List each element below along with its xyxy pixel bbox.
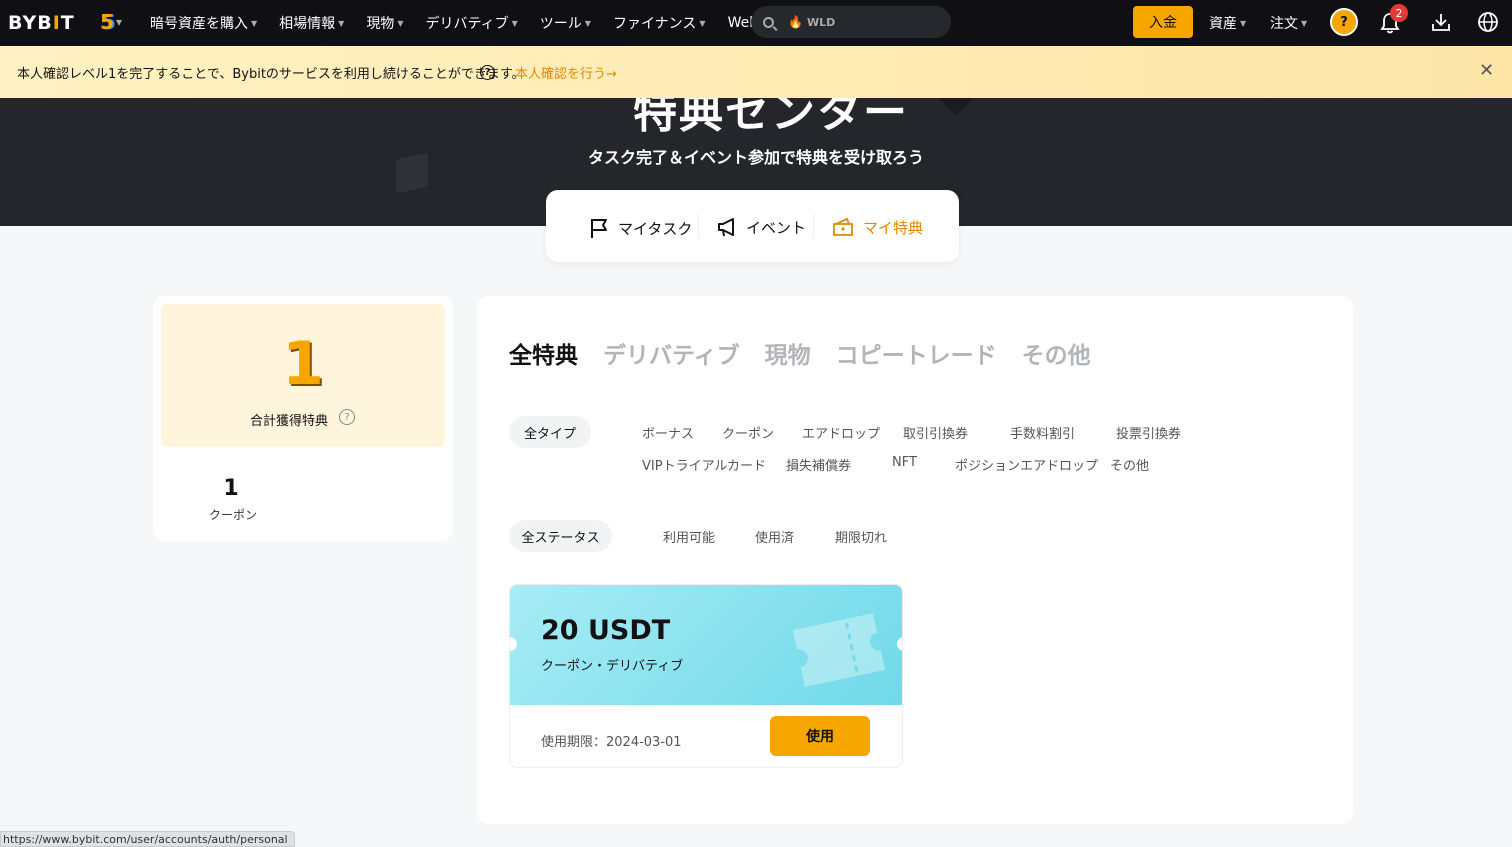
- status-url: https://www.bybit.com/user/accounts/auth…: [0, 831, 295, 847]
- bybit-logo[interactable]: BYBIT: [8, 12, 75, 34]
- type-filter-option[interactable]: エアドロップ: [802, 423, 880, 442]
- chevron-down-icon: ▼: [1240, 18, 1247, 28]
- type-filter-option[interactable]: NFT: [892, 455, 917, 470]
- nav-derivatives[interactable]: デリバティブ ▼: [425, 13, 517, 33]
- chevron-down-icon: ▼: [584, 18, 591, 28]
- chevron-down-icon: ▼: [115, 17, 123, 27]
- use-coupon-button[interactable]: 使用: [770, 716, 870, 756]
- decorative-cube: [396, 152, 428, 194]
- type-filter-option[interactable]: 取引引換券: [903, 423, 968, 442]
- status-filter-expired[interactable]: 期限切れ: [835, 527, 887, 546]
- anniversary-five-icon: 5: [100, 10, 114, 34]
- top-nav: BYBIT 5 ▼ 暗号資産を購入 ▼ 相場情報 ▼ 現物 ▼ デリバティブ ▼ ツール…: [0, 0, 1512, 46]
- reward-summary-card: 1 合計獲得特典 ? 1 クーポン: [153, 296, 453, 541]
- divider: [813, 214, 814, 238]
- tab-my-tasks[interactable]: マイタスク: [588, 216, 692, 240]
- megaphone-icon: [718, 218, 734, 237]
- flag-icon: [591, 219, 607, 238]
- type-filter-option[interactable]: クーポン: [722, 423, 774, 442]
- main-menu: 暗号資産を購入 ▼ 相場情報 ▼ 現物 ▼ デリバティブ ▼ ツール ▼ ファイナンス ▼ …: [150, 0, 798, 46]
- category-other[interactable]: その他: [1022, 336, 1091, 370]
- globe-icon[interactable]: [1477, 11, 1499, 33]
- status-filter-available[interactable]: 利用可能: [663, 527, 715, 546]
- download-icon[interactable]: [1430, 11, 1452, 33]
- chevron-down-icon: ▼: [397, 18, 404, 28]
- nav-markets[interactable]: 相場情報 ▼: [279, 13, 344, 33]
- kyc-banner: 本人確認レベル1を完了することで、Bybitのサービスを利用し続けることができま…: [0, 46, 1512, 98]
- fire-icon: 🔥: [788, 15, 803, 29]
- ticket-icon: [833, 217, 853, 236]
- chevron-down-icon: ▼: [1301, 18, 1308, 28]
- close-icon[interactable]: ✕: [1479, 60, 1494, 81]
- search-placeholder: WLD: [806, 15, 836, 29]
- category-tabs: 全特典 デリバティブ 現物 コピートレード その他: [509, 336, 1116, 370]
- type-filter-option[interactable]: 投票引換券: [1116, 423, 1181, 442]
- orders-menu[interactable]: 注文 ▼: [1270, 0, 1307, 46]
- rewards-panel: 全特典 デリバティブ 現物 コピートレード その他 全タイプ ボーナス クーポン…: [477, 296, 1353, 824]
- total-rewards-panel: 1 合計獲得特典 ?: [161, 304, 445, 447]
- coupon-card: 20 USDT クーポン・デリバティブ 使用期限：2024-03-01 使用: [509, 584, 903, 768]
- help-icon[interactable]: ?: [339, 409, 355, 425]
- chevron-down-icon: ▼: [511, 18, 518, 28]
- help-icon[interactable]: ?: [480, 65, 495, 80]
- coupon-expiry: 使用期限：2024-03-01: [541, 735, 682, 750]
- reward-center-tabs: マイタスク イベント マイ特典: [546, 190, 959, 262]
- chevron-down-icon: ▼: [699, 18, 706, 28]
- type-filter-option[interactable]: その他: [1110, 455, 1149, 474]
- tab-events[interactable]: イベント: [716, 216, 806, 238]
- assets-menu[interactable]: 資産 ▼: [1209, 0, 1246, 46]
- search-input[interactable]: 🔥 WLD: [751, 6, 951, 38]
- type-filter-option[interactable]: 手数料割引: [1010, 423, 1075, 442]
- status-filter-all[interactable]: 全ステータス: [509, 520, 612, 552]
- ticket-icon: [792, 613, 886, 687]
- nav-buy-crypto[interactable]: 暗号資産を購入 ▼: [150, 13, 257, 33]
- type-filter-option[interactable]: ボーナス: [642, 423, 694, 442]
- coupon-header: 20 USDT クーポン・デリバティブ: [510, 585, 902, 705]
- coupon-count: 1: [223, 476, 239, 501]
- type-filter-option[interactable]: VIPトライアルカード: [642, 455, 766, 474]
- tab-my-rewards[interactable]: マイ特典: [831, 216, 923, 238]
- category-copy-trade[interactable]: コピートレード: [836, 336, 997, 370]
- page-subtitle: タスク完了＆イベント参加で特典を受け取ろう: [588, 148, 925, 167]
- category-all[interactable]: 全特典: [509, 336, 578, 370]
- status-filter-used[interactable]: 使用済: [755, 527, 794, 546]
- type-filter-option[interactable]: ポジションエアドロップ: [955, 455, 1098, 474]
- tab-my-rewards-label: マイ特典: [863, 218, 924, 237]
- nav-tools[interactable]: ツール ▼: [540, 13, 591, 33]
- deposit-button[interactable]: 入金: [1133, 6, 1193, 38]
- decorative-triangle: [938, 98, 974, 116]
- type-filter-all[interactable]: 全タイプ: [509, 416, 591, 448]
- nav-finance[interactable]: ファイナンス ▼: [613, 13, 706, 33]
- category-spot[interactable]: 現物: [765, 336, 811, 370]
- nav-spot[interactable]: 現物 ▼: [366, 13, 403, 33]
- divider: [698, 214, 699, 238]
- total-rewards-count: 1: [282, 329, 324, 399]
- avatar[interactable]: ?: [1330, 8, 1358, 36]
- category-derivatives[interactable]: デリバティブ: [603, 336, 740, 370]
- coupon-type: クーポン・デリバティブ: [541, 659, 684, 674]
- kyc-message: 本人確認レベル1を完了することで、Bybitのサービスを利用し続けることができま…: [17, 67, 525, 82]
- page-title: 特典センター: [633, 98, 909, 138]
- coupon-count-label: クーポン: [209, 508, 258, 522]
- search-icon: [763, 16, 774, 28]
- total-rewards-label: 合計獲得特典: [250, 414, 329, 429]
- coupon-amount: 20 USDT: [541, 615, 671, 646]
- anniversary-menu[interactable]: 5 ▼: [100, 10, 124, 34]
- verify-identity-link[interactable]: 本人確認を行う→: [515, 63, 617, 82]
- chevron-down-icon: ▼: [338, 18, 345, 28]
- chevron-down-icon: ▼: [251, 18, 258, 28]
- notification-badge: 2: [1390, 4, 1408, 22]
- type-filter-option[interactable]: 損失補償券: [786, 455, 851, 474]
- tab-my-tasks-label: マイタスク: [618, 219, 693, 238]
- tab-events-label: イベント: [746, 218, 807, 237]
